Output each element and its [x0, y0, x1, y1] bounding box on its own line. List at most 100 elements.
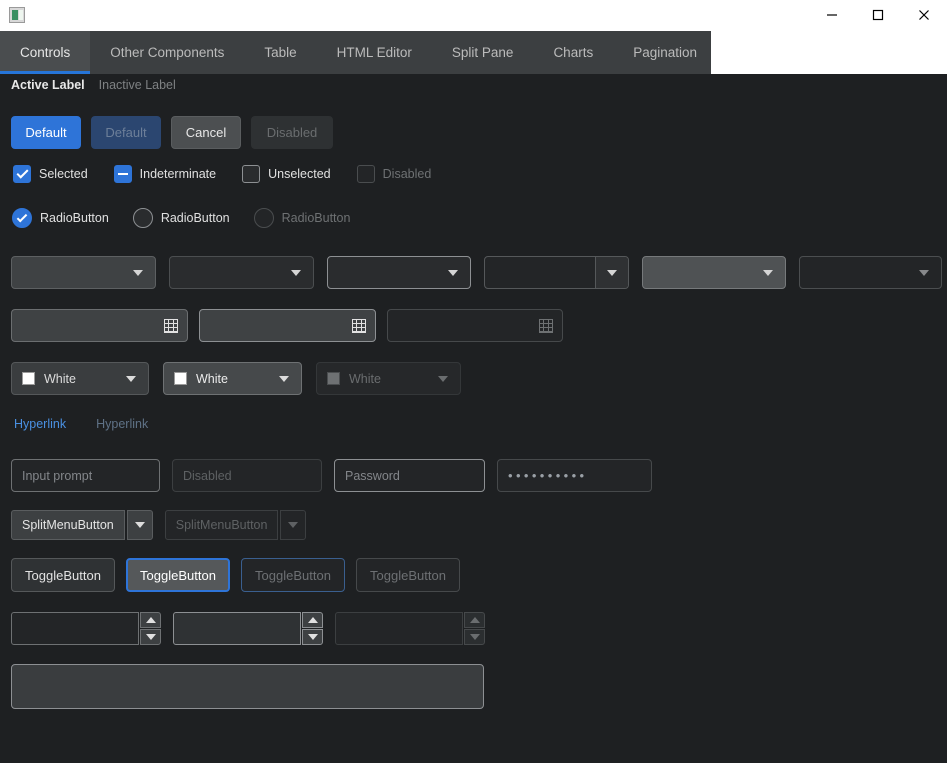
textfield-placeholder: Disabled — [183, 468, 232, 483]
application-window: Controls Other Components Table HTML Edi… — [0, 0, 947, 763]
combobox-disabled — [799, 256, 942, 289]
tab-label: Table — [264, 45, 297, 60]
splitmenubutton-enabled[interactable]: SplitMenuButton — [11, 510, 153, 540]
splitmenubutton-arrow — [280, 510, 307, 540]
spinner-buttons — [302, 612, 323, 645]
tab-other-components[interactable]: Other Components — [90, 31, 244, 74]
password-field[interactable]: •••••••••• — [497, 459, 652, 492]
togglebutton-label: ToggleButton — [370, 567, 446, 583]
tab-controls[interactable]: Controls — [0, 31, 91, 74]
textfield-disabled: Disabled — [172, 459, 322, 492]
textfield-password-prompt[interactable]: Password — [334, 459, 485, 492]
colorpicker-default[interactable]: White — [11, 362, 149, 395]
combobox-hover[interactable] — [642, 256, 786, 289]
combobox-row — [11, 256, 942, 289]
combobox-editable[interactable] — [484, 256, 629, 289]
radio-selected[interactable]: RadioButton — [12, 208, 109, 228]
hyperlink-enabled[interactable]: Hyperlink — [14, 417, 66, 431]
color-swatch — [22, 372, 35, 385]
minimize-icon[interactable] — [809, 0, 855, 31]
chevron-up-icon — [145, 617, 156, 623]
labels-row: Active Label Inactive Label — [11, 78, 176, 92]
spinner-buttons — [464, 612, 485, 645]
radio-checked-icon — [12, 208, 32, 228]
spinner-normal[interactable] — [11, 612, 161, 645]
tab-html-editor[interactable]: HTML Editor — [317, 31, 432, 74]
checkbox-indeterminate[interactable]: Indeterminate — [113, 165, 217, 183]
togglebutton-row: ToggleButton ToggleButton ToggleButton T… — [11, 558, 460, 592]
chevron-down-icon — [279, 375, 289, 382]
colorpicker-hover[interactable]: White — [163, 362, 302, 395]
chevron-down-icon — [134, 522, 145, 528]
checkbox-row: Selected Indeterminate Unselected Disabl… — [13, 165, 431, 183]
chevron-down-icon — [307, 634, 318, 640]
button-label: Disabled — [266, 125, 318, 140]
spinner-value[interactable] — [173, 612, 301, 645]
colorpicker-value: White — [44, 371, 76, 386]
tab-label: Split Pane — [451, 45, 514, 60]
checkbox-unselected[interactable]: Unselected — [242, 165, 331, 183]
colorpicker-value: White — [349, 371, 381, 386]
calendar-icon[interactable] — [164, 318, 178, 333]
splitmenubutton-arrow[interactable] — [126, 510, 153, 540]
tab-label: Pagination — [633, 45, 698, 60]
spinner-decrement-button[interactable] — [302, 629, 323, 645]
radio-label: RadioButton — [160, 211, 230, 225]
datepicker-focused[interactable] — [199, 309, 376, 342]
active-label: Active Label — [11, 78, 85, 92]
cancel-button[interactable]: Cancel — [171, 116, 241, 149]
text-area[interactable] — [11, 664, 484, 709]
togglebutton-normal[interactable]: ToggleButton — [11, 558, 115, 592]
tab-pagination[interactable]: Pagination — [613, 31, 717, 74]
combobox-default[interactable] — [11, 256, 156, 289]
default-button[interactable]: Default — [11, 116, 81, 149]
chevron-down-icon — [126, 375, 136, 382]
button-label: Default — [105, 125, 147, 140]
splitmenubutton-label[interactable]: SplitMenuButton — [11, 510, 125, 540]
spinner-increment-button[interactable] — [140, 612, 161, 628]
togglebutton-selected[interactable]: ToggleButton — [126, 558, 230, 592]
togglebutton-label: ToggleButton — [25, 567, 101, 583]
tab-bar: Controls Other Components Table HTML Edi… — [0, 31, 711, 74]
combobox-flat[interactable] — [169, 256, 314, 289]
chevron-down-icon — [607, 269, 617, 276]
chevron-down-icon — [469, 634, 480, 640]
radio-row: RadioButton RadioButton RadioButton — [12, 208, 350, 228]
chevron-down-icon — [448, 269, 458, 276]
tab-split-pane[interactable]: Split Pane — [432, 31, 534, 74]
combobox-focused[interactable] — [327, 256, 471, 289]
spinner-buttons — [140, 612, 161, 645]
close-icon[interactable] — [901, 0, 947, 31]
tab-charts[interactable]: Charts — [533, 31, 613, 74]
tab-table[interactable]: Table — [244, 31, 316, 74]
spinner-decrement-button[interactable] — [140, 629, 161, 645]
textfield-input-prompt[interactable]: Input prompt — [11, 459, 160, 492]
togglebutton-label: ToggleButton — [140, 567, 216, 583]
title-bar — [0, 0, 947, 31]
checkbox-label: Disabled — [382, 167, 432, 181]
controls-panel: Active Label Inactive Label Default Defa… — [0, 74, 947, 763]
hyperlink-row: Hyperlink Hyperlink — [14, 417, 148, 431]
checkbox-label: Indeterminate — [139, 167, 217, 181]
colorpicker-disabled: White — [316, 362, 461, 395]
radio-label: RadioButton — [40, 211, 109, 225]
splitmenubutton-disabled: SplitMenuButton — [164, 510, 307, 540]
spinner-value[interactable] — [11, 612, 139, 645]
calendar-icon — [539, 318, 553, 333]
spinner-value — [335, 612, 463, 645]
tab-label: Other Components — [110, 45, 225, 60]
spinner-focused[interactable] — [173, 612, 323, 645]
inactive-label: Inactive Label — [98, 78, 176, 92]
radio-unselected[interactable]: RadioButton — [132, 208, 230, 228]
spinner-increment-button[interactable] — [302, 612, 323, 628]
color-swatch — [327, 372, 340, 385]
checkbox-checked-icon — [13, 165, 31, 183]
textfield-placeholder: Input prompt — [22, 468, 93, 483]
datepicker-default[interactable] — [11, 309, 188, 342]
chevron-down-icon — [438, 375, 448, 382]
checkbox-selected[interactable]: Selected — [13, 165, 88, 183]
calendar-icon[interactable] — [352, 318, 366, 333]
chevron-up-icon — [469, 617, 480, 623]
radio-label: RadioButton — [281, 211, 351, 225]
maximize-icon[interactable] — [855, 0, 901, 31]
